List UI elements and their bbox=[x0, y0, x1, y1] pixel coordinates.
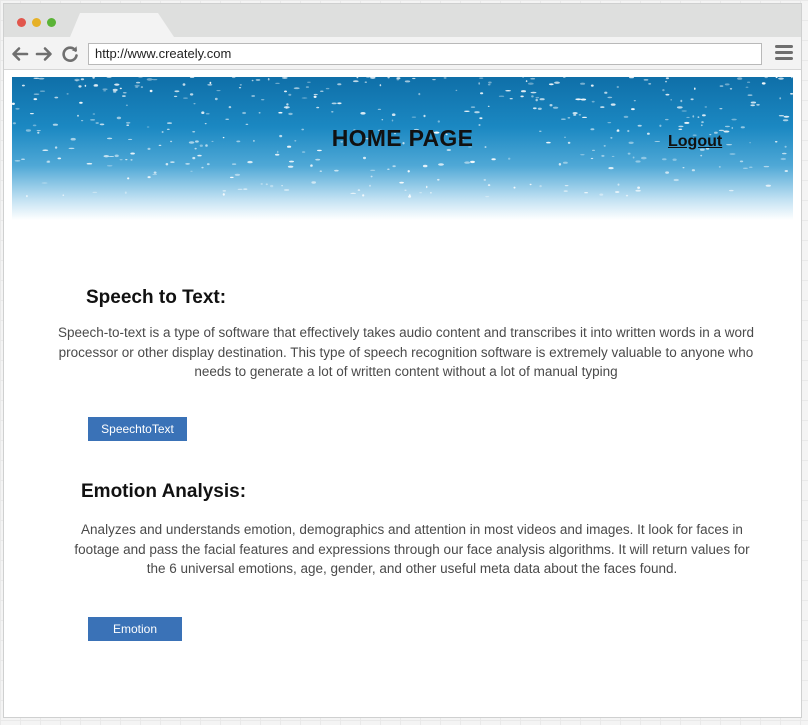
logout-link[interactable]: Logout bbox=[668, 133, 722, 151]
reload-icon[interactable] bbox=[60, 44, 80, 64]
speech-to-text-button[interactable]: SpeechtoText bbox=[88, 417, 187, 441]
emotion-button[interactable]: Emotion bbox=[88, 617, 182, 641]
header-banner: HOME PAGE Logout bbox=[12, 77, 793, 220]
speech-section-heading: Speech to Text: bbox=[86, 287, 227, 308]
browser-titlebar bbox=[4, 4, 801, 37]
browser-toolbar: http://www.creately.com bbox=[4, 37, 801, 70]
hamburger-menu-icon[interactable] bbox=[775, 45, 793, 63]
browser-tab[interactable] bbox=[70, 13, 174, 37]
close-window-dot-icon[interactable] bbox=[17, 18, 26, 27]
back-arrow-icon[interactable] bbox=[10, 44, 30, 64]
emotion-section-heading: Emotion Analysis: bbox=[81, 481, 247, 502]
minimize-window-dot-icon[interactable] bbox=[32, 18, 41, 27]
forward-arrow-icon[interactable] bbox=[34, 44, 54, 64]
web-page: HOME PAGE Logout Speech to Text: Speech-… bbox=[12, 77, 793, 715]
browser-window: http://www.creately.com HOME PAGE Logout… bbox=[3, 3, 802, 718]
maximize-window-dot-icon[interactable] bbox=[47, 18, 56, 27]
speech-section-description: Speech-to-text is a type of software tha… bbox=[57, 325, 755, 379]
address-bar[interactable]: http://www.creately.com bbox=[88, 43, 762, 65]
emotion-section-description: Analyzes and understands emotion, demogr… bbox=[74, 522, 750, 576]
